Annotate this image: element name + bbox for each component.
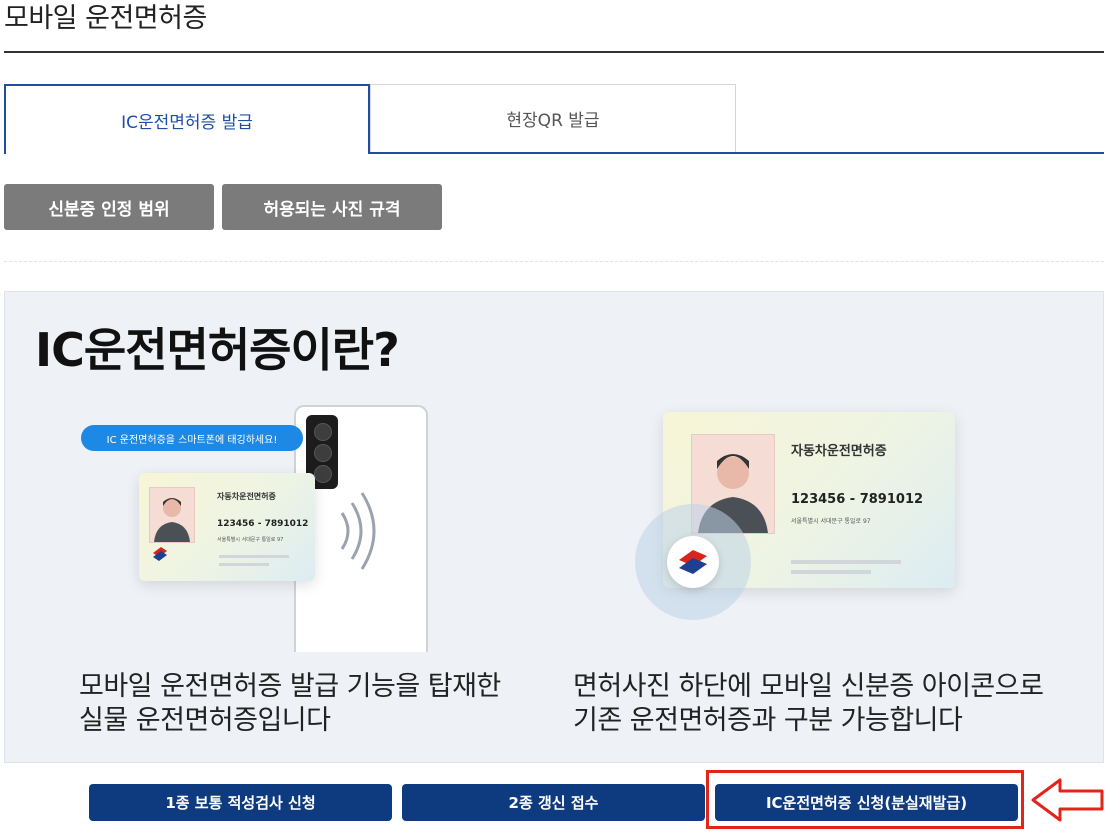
title-divider <box>4 51 1104 53</box>
tab-ic-license-issue[interactable]: IC운전면허증 발급 <box>4 84 370 154</box>
left-caption-line-2: 실물 운전면허증입니다 <box>79 705 331 736</box>
photo-spec-button[interactable]: 허용되는 사진 규격 <box>222 184 442 230</box>
license-photo <box>149 487 195 543</box>
id-recognition-scope-button[interactable]: 신분증 인정 범위 <box>4 184 214 230</box>
left-caption: 모바일 운전면허증 발급 기능을 탑재한 실물 운전면허증입니다 <box>79 670 501 738</box>
card-address-large: 서울특별시 서대문구 통일로 97 <box>791 518 871 525</box>
page-title: 모바일 운전면허증 <box>4 3 207 34</box>
arrow-left-icon <box>1031 778 1104 822</box>
class2-renewal-button[interactable]: 2종 갱신 접수 <box>402 784 705 821</box>
section-divider <box>4 261 1104 262</box>
mobile-id-large-icon <box>679 550 707 574</box>
card-number-large: 123456 - 7891012 <box>791 492 924 507</box>
right-caption-line-1: 면허사진 하단에 모바일 신분증 아이콘으로 <box>573 671 1044 702</box>
mobile-id-logo-icon <box>153 547 167 561</box>
left-caption-line-1: 모바일 운전면허증 발급 기능을 탑재한 <box>79 671 501 702</box>
person-icon <box>154 498 190 542</box>
intro-panel: IC운전면허증이란? IC 운전면허증을 스마트폰에 태깅하세요! 자동차운전면… <box>4 291 1104 763</box>
nfc-waves-icon <box>340 492 376 570</box>
card-title-large: 자동차운전면허증 <box>791 444 887 459</box>
right-caption: 면허사진 하단에 모바일 신분증 아이콘으로 기존 운전면허증과 구분 가능합니… <box>573 670 1044 738</box>
right-caption-line-2: 기존 운전면허증과 구분 가능합니다 <box>573 705 963 736</box>
highlight-box <box>706 770 1024 829</box>
tab-onsite-qr-issue[interactable]: 현장QR 발급 <box>370 84 736 152</box>
class1-aptitude-test-button[interactable]: 1종 보통 적성검사 신청 <box>89 784 392 821</box>
license-card-small: 자동차운전면허증 123456 - 7891012 서울특별시 서대문구 통일로… <box>139 473 315 581</box>
card-address: 서울특별시 서대문구 통일로 97 <box>217 537 284 543</box>
tagging-tooltip: IC 운전면허증을 스마트폰에 태깅하세요! <box>81 425 303 451</box>
mobile-id-badge <box>667 536 719 588</box>
card-number: 123456 - 7891012 <box>217 519 309 529</box>
card-title: 자동차운전면허증 <box>217 492 276 501</box>
tab-bar: IC운전면허증 발급 현장QR 발급 <box>4 84 1104 154</box>
intro-heading: IC운전면허증이란? <box>35 323 400 377</box>
